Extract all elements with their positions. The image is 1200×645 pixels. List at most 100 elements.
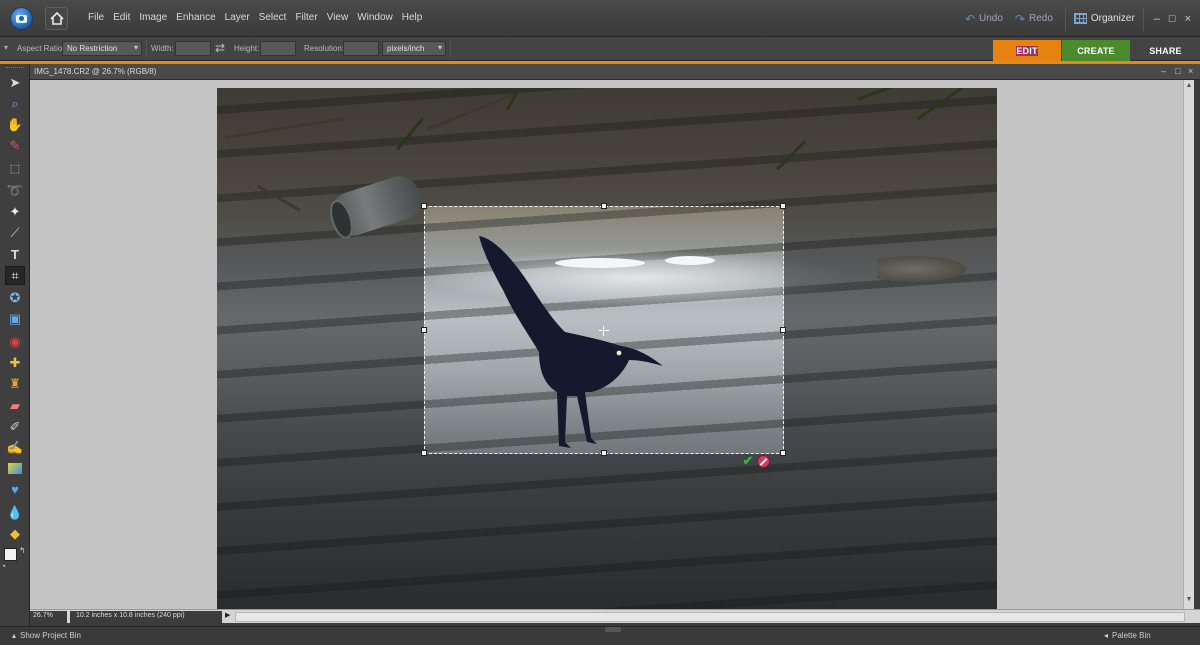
separator — [146, 40, 147, 57]
close-button[interactable]: × — [1185, 13, 1191, 25]
selection-brush-tool-icon[interactable]: ⟋ — [5, 223, 25, 242]
straighten-tool-icon[interactable]: ▣ — [5, 309, 25, 328]
options-menu-arrow-icon[interactable]: ▾ — [4, 43, 8, 52]
cancel-crop-icon[interactable] — [757, 455, 770, 468]
width-field[interactable] — [175, 41, 211, 56]
crop-handle-top[interactable] — [601, 203, 607, 209]
default-colors-icon[interactable]: ▪ — [3, 563, 5, 570]
menu-layer[interactable]: Layer — [225, 12, 250, 23]
menu-view[interactable]: View — [327, 12, 349, 23]
maximize-button[interactable]: □ — [1169, 13, 1176, 25]
organizer-icon — [1073, 13, 1087, 24]
app-logo-icon[interactable] — [10, 7, 33, 30]
crop-handle-right[interactable] — [780, 327, 786, 333]
home-icon — [49, 12, 64, 25]
project-bin-label: Show Project Bin — [20, 631, 81, 640]
magic-wand-tool-icon[interactable]: ✦ — [5, 202, 25, 221]
scroll-down-arrow-icon[interactable]: ▼ — [1185, 596, 1193, 605]
menu-edit[interactable]: Edit — [113, 12, 130, 23]
crop-handle-top-left[interactable] — [421, 203, 427, 209]
red-eye-tool-icon[interactable]: ◉ — [5, 332, 25, 351]
horizontal-scrollbar[interactable] — [235, 612, 1185, 622]
tab-share[interactable]: SHARE — [1131, 40, 1200, 62]
tab-create-label: CREATE — [1077, 46, 1115, 56]
tab-share-label: SHARE — [1149, 46, 1182, 56]
home-button[interactable] — [45, 7, 68, 30]
zoom-tool-icon[interactable]: ⌕ — [5, 94, 25, 113]
doc-minimize-button[interactable]: – — [1161, 66, 1166, 76]
tab-create[interactable]: CREATE — [1062, 40, 1130, 62]
width-label: Width: — [151, 44, 174, 53]
toolbox-grip[interactable] — [6, 67, 24, 69]
doc-restore-button[interactable]: □ — [1175, 66, 1180, 76]
crop-center-point[interactable] — [599, 326, 609, 336]
eyedropper-tool-icon[interactable]: ✎ — [5, 136, 25, 155]
brush-tool-icon[interactable]: ✐ — [5, 417, 25, 436]
status-menu-arrow-icon[interactable]: ▶ — [225, 611, 230, 619]
marquee-tool-icon[interactable]: ⬚ — [5, 159, 25, 178]
cookie-cutter-tool-icon[interactable]: ✪ — [5, 288, 25, 307]
menu-window[interactable]: Window — [357, 12, 393, 23]
crop-handle-top-right[interactable] — [780, 203, 786, 209]
crop-handle-bottom-left[interactable] — [421, 450, 427, 456]
zoom-level-field[interactable]: 26.7% — [30, 611, 67, 623]
lasso-tool-icon[interactable]: ➰ — [5, 181, 25, 200]
menu-file[interactable]: File — [88, 12, 104, 23]
tool-options-bar: ▾ Aspect Ratio: No Restriction Width: ⇄ … — [0, 37, 1200, 62]
crop-handle-left[interactable] — [421, 327, 427, 333]
eraser-tool-icon[interactable]: ▰ — [5, 396, 25, 415]
clone-stamp-tool-icon[interactable]: ♜ — [5, 374, 25, 393]
crop-shield — [217, 88, 997, 206]
move-tool-icon[interactable]: ➤ — [5, 73, 25, 92]
menu-help[interactable]: Help — [402, 12, 423, 23]
organizer-button[interactable]: Organizer — [1064, 6, 1144, 31]
scroll-up-arrow-icon[interactable]: ▲ — [1185, 82, 1193, 91]
canvas-area[interactable]: ✔ — [30, 80, 1183, 609]
menu-select[interactable]: Select — [259, 12, 287, 23]
redo-label: Redo — [1028, 13, 1053, 24]
commit-crop-icon[interactable]: ✔ — [740, 453, 756, 468]
hand-tool-icon[interactable]: ✋ — [5, 115, 25, 134]
palette-bin-button[interactable]: ◂ Palette Bin — [1104, 631, 1151, 640]
crop-handle-bottom-right[interactable] — [780, 450, 786, 456]
vertical-scrollbar[interactable]: ▲ ▼ — [1183, 80, 1194, 609]
redo-button[interactable]: ↷ Redo — [1015, 12, 1053, 26]
separator — [450, 40, 451, 57]
aspect-ratio-select[interactable]: No Restriction — [62, 41, 142, 56]
resolution-field[interactable] — [343, 41, 379, 56]
show-project-bin-button[interactable]: ▴ Show Project Bin — [12, 631, 81, 640]
organizer-label: Organizer — [1090, 13, 1135, 24]
shape-tool-icon[interactable]: ♥ — [5, 480, 25, 499]
undo-button[interactable]: ↶ Undo — [965, 12, 1003, 26]
resolution-label: Resolution: — [304, 44, 345, 53]
palette-bin-label: Palette Bin — [1112, 631, 1151, 640]
healing-brush-tool-icon[interactable]: ✚ — [5, 353, 25, 372]
redo-icon: ↷ — [1014, 11, 1025, 26]
toolbox: ➤ ⌕ ✋ ✎ ⬚ ➰ ✦ ⟋ T ⌗ ✪ ▣ ◉ ✚ ♜ ▰ ✐ ✍ ♥ 💧 … — [0, 64, 30, 626]
gradient-tool-icon[interactable] — [5, 459, 25, 478]
document-tab[interactable]: IMG_1478.CR2 @ 26.7% (RGB/8) – □ × — [30, 64, 1200, 80]
crop-selection[interactable] — [421, 203, 786, 456]
crop-handle-bottom[interactable] — [601, 450, 607, 456]
photo-canvas[interactable]: ✔ — [217, 88, 997, 609]
height-label: Height: — [234, 44, 260, 53]
type-tool-icon[interactable]: T — [5, 245, 25, 264]
minimize-button[interactable]: – — [1154, 13, 1160, 25]
menu-image[interactable]: Image — [139, 12, 167, 23]
crop-shield — [217, 454, 997, 609]
menu-filter[interactable]: Filter — [295, 12, 317, 23]
bin-resize-grip[interactable] — [605, 627, 621, 632]
height-field[interactable] — [260, 41, 296, 56]
blur-tool-icon[interactable]: 💧 — [5, 503, 25, 522]
sponge-tool-icon[interactable]: ◆ — [5, 524, 25, 543]
menu-enhance[interactable]: Enhance — [176, 12, 215, 23]
foreground-color-swatch[interactable] — [4, 548, 17, 561]
tab-edit[interactable]: EDIT — [993, 40, 1061, 62]
swap-dimensions-icon[interactable]: ⇄ — [215, 41, 225, 55]
bottom-bar: ▴ Show Project Bin ◂ Palette Bin — [0, 626, 1200, 645]
swap-colors-icon[interactable]: ↰ — [19, 546, 26, 555]
resolution-unit-select[interactable]: pixels/inch — [382, 41, 446, 56]
smart-brush-tool-icon[interactable]: ✍ — [5, 438, 25, 457]
crop-tool-icon[interactable]: ⌗ — [5, 266, 25, 285]
doc-close-button[interactable]: × — [1188, 66, 1193, 76]
